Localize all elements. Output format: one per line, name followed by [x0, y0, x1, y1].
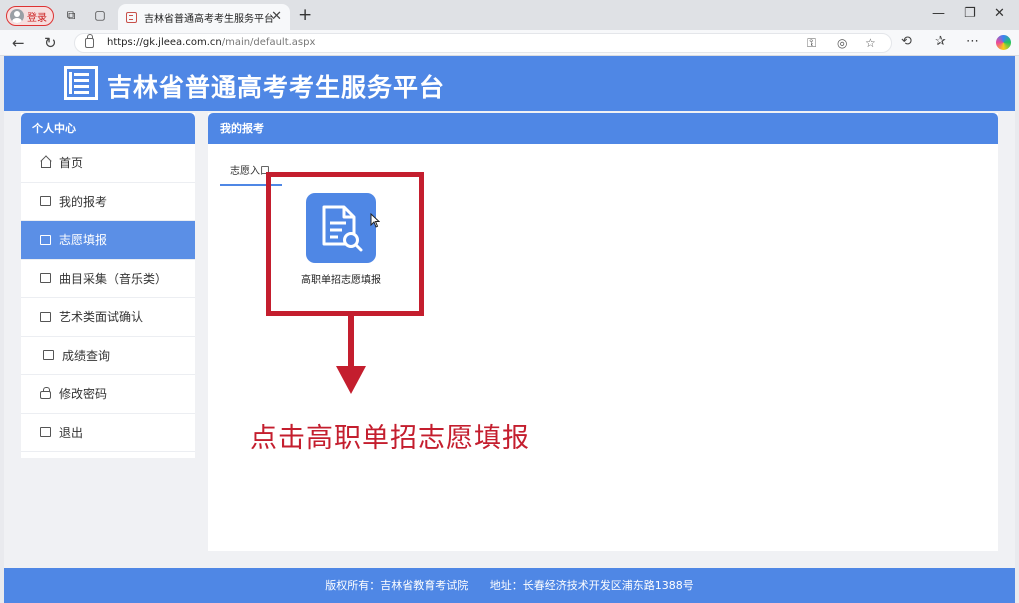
tab-actions-icon[interactable]: ▢ [93, 8, 107, 22]
new-tab-icon[interactable]: + [298, 5, 312, 25]
sidebar-item-my-registration[interactable]: 我的报考 [21, 183, 195, 221]
footer-copyright: 版权所有：吉林省教育考试院 [325, 579, 469, 592]
list-icon [40, 196, 51, 207]
arrow-down-icon [336, 366, 366, 394]
sidebar-item-label: 我的报考 [59, 194, 108, 209]
sidebar: 个人中心 首页 我的报考 志愿填报 曲目采集（音乐类） 艺术类面试确认 成绩查询… [21, 113, 195, 458]
lock-icon [85, 34, 94, 48]
login-label: 登录 [27, 12, 47, 24]
back-arrow-icon[interactable]: ← [12, 34, 25, 52]
browser-address-bar: ← ↻ https://gk.jleea.com.cn/main/default… [0, 30, 1019, 56]
sidebar-item-home[interactable]: 首页 [21, 144, 195, 183]
sidebar-item-repertoire[interactable]: 曲目采集（音乐类） [21, 260, 195, 298]
highlight-box [266, 172, 424, 316]
site-favicon-icon [126, 11, 137, 23]
favorite-star-icon[interactable]: ☆ [865, 36, 876, 50]
close-tab-icon[interactable]: ✕ [271, 9, 282, 24]
site-title: 吉林省普通高考考生服务平台 [107, 73, 446, 102]
url-input[interactable]: https://gk.jleea.com.cn/main/default.asp… [74, 33, 892, 53]
browser-essentials-icon[interactable]: ⟲ [901, 34, 912, 49]
url-host: https://gk.jleea.com.cn [107, 37, 222, 48]
browser-tab-title: 吉林省普通高考考生服务平台 [144, 13, 274, 25]
sidebar-item-application[interactable]: 志愿填报 [21, 221, 195, 260]
url-path: /main/default.aspx [221, 37, 316, 48]
workspaces-icon[interactable]: ⧉ [64, 8, 78, 22]
main-panel-title: 我的报考 [208, 113, 998, 144]
minimize-icon[interactable]: — [932, 6, 945, 21]
sidebar-item-change-password[interactable]: 修改密码 [21, 375, 195, 414]
read-aloud-icon[interactable]: ◎ [837, 36, 847, 50]
sidebar-item-art-interview[interactable]: 艺术类面试确认 [21, 298, 195, 337]
report-icon [43, 350, 54, 361]
url-text: https://gk.jleea.com.cn/main/default.asp… [107, 37, 315, 48]
logout-icon [40, 427, 51, 438]
sidebar-item-label: 曲目采集（音乐类） [59, 271, 168, 286]
sidebar-item-label: 志愿填报 [59, 233, 108, 248]
home-icon [40, 158, 51, 168]
instruction-text: 点击高职单招志愿填报 [250, 423, 530, 454]
copilot-icon[interactable] [996, 35, 1011, 50]
sidebar-item-label: 修改密码 [59, 387, 108, 402]
key-icon[interactable]: ⚿ [807, 36, 816, 51]
window-close-icon[interactable]: ✕ [994, 6, 1005, 21]
sidebar-item-label: 退出 [59, 425, 84, 440]
checklist-icon [40, 273, 51, 284]
login-button[interactable]: 登录 [6, 6, 54, 26]
site-footer: 版权所有：吉林省教育考试院 地址：长春经济技术开发区浦东路1388号 [4, 568, 1015, 603]
restore-icon[interactable]: ❐ [964, 6, 976, 21]
screen: 登录 ⧉ ▢ 吉林省普通高考考生服务平台 ✕ + — ❐ ✕ ← ↻ https… [0, 0, 1019, 603]
refresh-icon[interactable]: ↻ [44, 34, 57, 52]
browser-tab-active[interactable]: 吉林省普通高考考生服务平台 ✕ [118, 4, 290, 30]
site-logo-icon [64, 66, 98, 100]
sidebar-item-logout[interactable]: 退出 [21, 414, 195, 452]
more-menu-icon[interactable]: ⋯ [966, 34, 979, 49]
form-icon [40, 234, 51, 245]
annotation-arrow [348, 316, 354, 368]
web-page: 吉林省普通高考考生服务平台 个人中心 首页 我的报考 志愿填报 曲目采集（音乐类… [4, 56, 1015, 603]
sidebar-item-scores[interactable]: 成绩查询 [21, 337, 195, 375]
lock-icon [40, 387, 51, 400]
sidebar-title: 个人中心 [21, 113, 195, 144]
site-header: 吉林省普通高考考生服务平台 [4, 56, 1015, 111]
footer-address: 地址：长春经济技术开发区浦东路1388号 [489, 579, 694, 592]
sidebar-item-label: 成绩查询 [62, 348, 111, 363]
avatar-icon [10, 9, 24, 23]
sidebar-item-label: 艺术类面试确认 [59, 310, 144, 325]
browser-tab-bar: 登录 ⧉ ▢ 吉林省普通高考考生服务平台 ✕ + — ❐ ✕ [0, 0, 1019, 30]
clipboard-icon [40, 311, 51, 322]
sidebar-item-label: 首页 [59, 156, 84, 171]
favorites-icon[interactable]: ✰ [935, 34, 946, 49]
